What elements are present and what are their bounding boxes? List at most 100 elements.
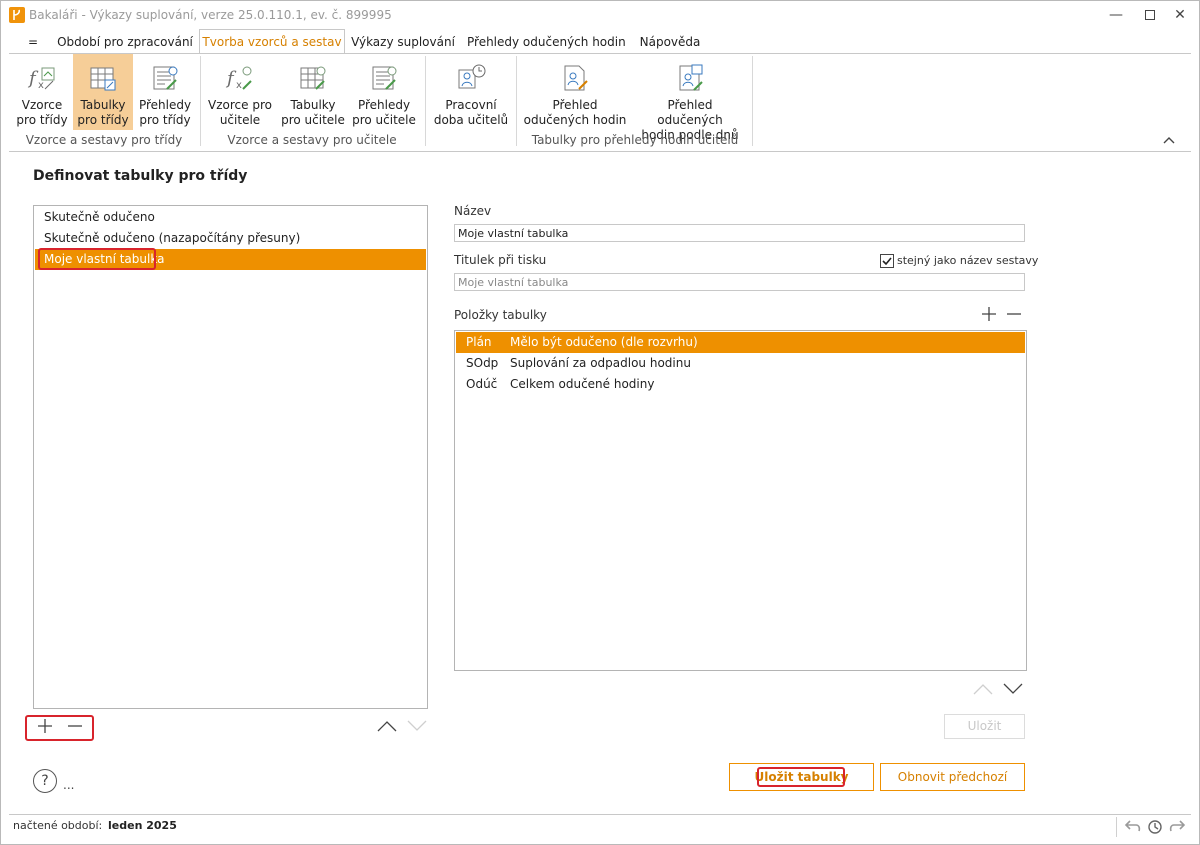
redo-icon[interactable] [1168, 818, 1186, 837]
report-icon [153, 66, 178, 90]
item-desc: Mělo být odučeno (dle rozvrhu) [510, 335, 698, 349]
ribbon-group-label: Vzorce a sestavy pro učitele [227, 133, 397, 147]
ribbon-prehledy-pro-tridy[interactable]: Přehledy pro třídy [135, 54, 195, 130]
tab-vykazy[interactable]: Výkazy suplování [349, 30, 457, 54]
same-as-name-checkbox[interactable] [880, 254, 894, 268]
ribbon-vzorce-pro-ucitele[interactable]: fx Vzorce pro učitele [207, 54, 273, 130]
list-item[interactable]: Skutečně odučeno (nazapočítány přesuny) [35, 228, 426, 249]
highlight-box [38, 248, 156, 270]
item-move-down-icon[interactable] [1003, 683, 1023, 698]
table-icon [300, 66, 326, 90]
move-down-icon[interactable] [407, 720, 427, 736]
ribbon-tabulky-pro-tridy[interactable]: Tabulky pro třídy [73, 54, 133, 130]
collapse-ribbon-icon[interactable] [1163, 133, 1175, 147]
ribbon-label-line2: učitele [219, 113, 261, 127]
print-title-input[interactable]: Moje vlastní tabulka [454, 273, 1025, 291]
close-icon[interactable]: ✕ [1170, 5, 1190, 25]
ribbon-prehled-podle-dnu[interactable]: Přehled odučených hodin podle dnů [633, 54, 747, 142]
ribbon-label-line1: Přehled [552, 98, 598, 112]
table-list: Skutečně odučeno Skutečně odučeno (nazap… [33, 205, 428, 709]
same-as-name-label: stejný jako název sestavy [897, 254, 1039, 267]
remove-item-icon[interactable] [1006, 306, 1022, 325]
app-logo-icon [9, 7, 25, 23]
items-label: Položky tabulky [454, 308, 547, 322]
ribbon-label-line1: Tabulky [290, 98, 336, 112]
document-edit-icon [564, 65, 588, 91]
ribbon-tabulky-pro-ucitele[interactable]: Tabulky pro učitele [281, 54, 345, 130]
ribbon-label-line1: Vzorce [21, 98, 63, 112]
add-icon[interactable] [37, 717, 53, 737]
maximize-icon[interactable] [1140, 5, 1160, 25]
ribbon-pracovni-doba[interactable]: Pracovní doba učitelů [433, 54, 509, 130]
ribbon-prehledy-pro-ucitele[interactable]: Přehledy pro učitele [351, 54, 417, 130]
period-value: leden 2025 [108, 819, 177, 832]
tab-obdobi[interactable]: Období pro zpracování [55, 30, 195, 54]
ribbon-label-line1: Pracovní [445, 98, 497, 112]
highlight-box [757, 767, 845, 787]
print-title-label: Titulek při tisku [454, 253, 547, 267]
ribbon-label-line2: doba učitelů [433, 113, 509, 127]
ribbon-label-line1: Přehledy [138, 98, 192, 112]
ribbon-label-line2: pro učitele [281, 113, 345, 127]
item-code: SOdp [466, 356, 499, 370]
checkmark-icon [882, 257, 892, 266]
item-code: Plán [466, 335, 492, 349]
item-desc: Suplování za odpadlou hodinu [510, 356, 691, 370]
formula-icon: fx [27, 67, 55, 91]
clock-person-icon [458, 64, 486, 89]
tab-napoveda[interactable]: Nápověda [635, 30, 705, 54]
report-icon [372, 66, 397, 90]
svg-text:x: x [236, 80, 242, 91]
document-calendar-icon [679, 64, 703, 91]
ribbon-separator [200, 56, 201, 146]
remove-icon[interactable] [67, 717, 83, 737]
item-desc: Celkem odučené hodiny [510, 377, 655, 391]
ribbon-label-line2: odučených hodin [523, 113, 627, 127]
title-bar: Bakaláři - Výkazy suplování, verze 25.0.… [0, 0, 1200, 30]
ribbon-separator [425, 56, 426, 146]
ribbon-label-line1: Vzorce pro [208, 98, 272, 112]
ribbon: fx Vzorce pro třídy Tabulky pro třídy Př… [9, 53, 1191, 152]
tab-tvorba-vzorcu[interactable]: Tvorba vzorců a sestav [199, 29, 345, 55]
highlight-box [25, 715, 94, 741]
ribbon-separator [752, 56, 753, 146]
ribbon-prehled-oducenych[interactable]: Přehled odučených hodin [523, 54, 627, 130]
ribbon-tabs: = Období pro zpracování Tvorba vzorců a … [9, 29, 1191, 55]
status-bar: načtené období: leden 2025 [9, 814, 1191, 839]
undo-icon[interactable] [1124, 818, 1142, 837]
ribbon-label-line1: Přehledy [357, 98, 411, 112]
save-item-button[interactable]: Uložit [944, 714, 1025, 739]
name-input[interactable]: Moje vlastní tabulka [454, 224, 1025, 242]
help-icon[interactable]: ? [33, 769, 57, 793]
item-row[interactable]: Odúč Celkem odučené hodiny [456, 374, 1025, 395]
more-indicator[interactable]: ... [63, 778, 74, 792]
period-label: načtené období: [13, 819, 103, 832]
ribbon-vzorce-pro-tridy[interactable]: fx Vzorce pro třídy [13, 54, 71, 130]
formula-icon: fx [225, 66, 252, 91]
ribbon-label-line2: pro třídy [139, 113, 191, 127]
tab-menu[interactable]: = [23, 30, 43, 54]
ribbon-group-label: Tabulky pro přehledy hodin učitelů [531, 133, 739, 147]
move-up-icon[interactable] [377, 720, 397, 736]
list-item[interactable]: Skutečně odučeno [35, 207, 426, 228]
ribbon-label-line2: pro třídy [77, 113, 129, 127]
name-label: Název [454, 204, 492, 218]
ribbon-label-line2: pro třídy [16, 113, 68, 127]
svg-text:x: x [38, 80, 44, 91]
restore-previous-button[interactable]: Obnovit předchozí [880, 763, 1025, 791]
item-row[interactable]: SOdp Suplování za odpadlou hodinu [456, 353, 1025, 374]
status-separator [1116, 817, 1117, 837]
item-move-up-icon[interactable] [973, 683, 993, 698]
history-icon[interactable] [1146, 818, 1164, 839]
tab-prehledy[interactable]: Přehledy odučených hodin [467, 30, 626, 54]
page-title: Definovat tabulky pro třídy [33, 168, 248, 184]
minimize-icon[interactable]: — [1106, 5, 1126, 25]
ribbon-label-line1: Přehled odučených [657, 98, 723, 127]
item-code: Odúč [466, 377, 498, 391]
window-title: Bakaláři - Výkazy suplování, verze 25.0.… [29, 8, 392, 22]
item-row-selected[interactable]: Plán Mělo být odučeno (dle rozvrhu) [456, 332, 1025, 353]
ribbon-separator [516, 56, 517, 146]
ribbon-label-line1: Tabulky [80, 98, 126, 112]
items-list: Plán Mělo být odučeno (dle rozvrhu) SOdp… [454, 330, 1027, 671]
add-item-icon[interactable] [981, 306, 997, 325]
